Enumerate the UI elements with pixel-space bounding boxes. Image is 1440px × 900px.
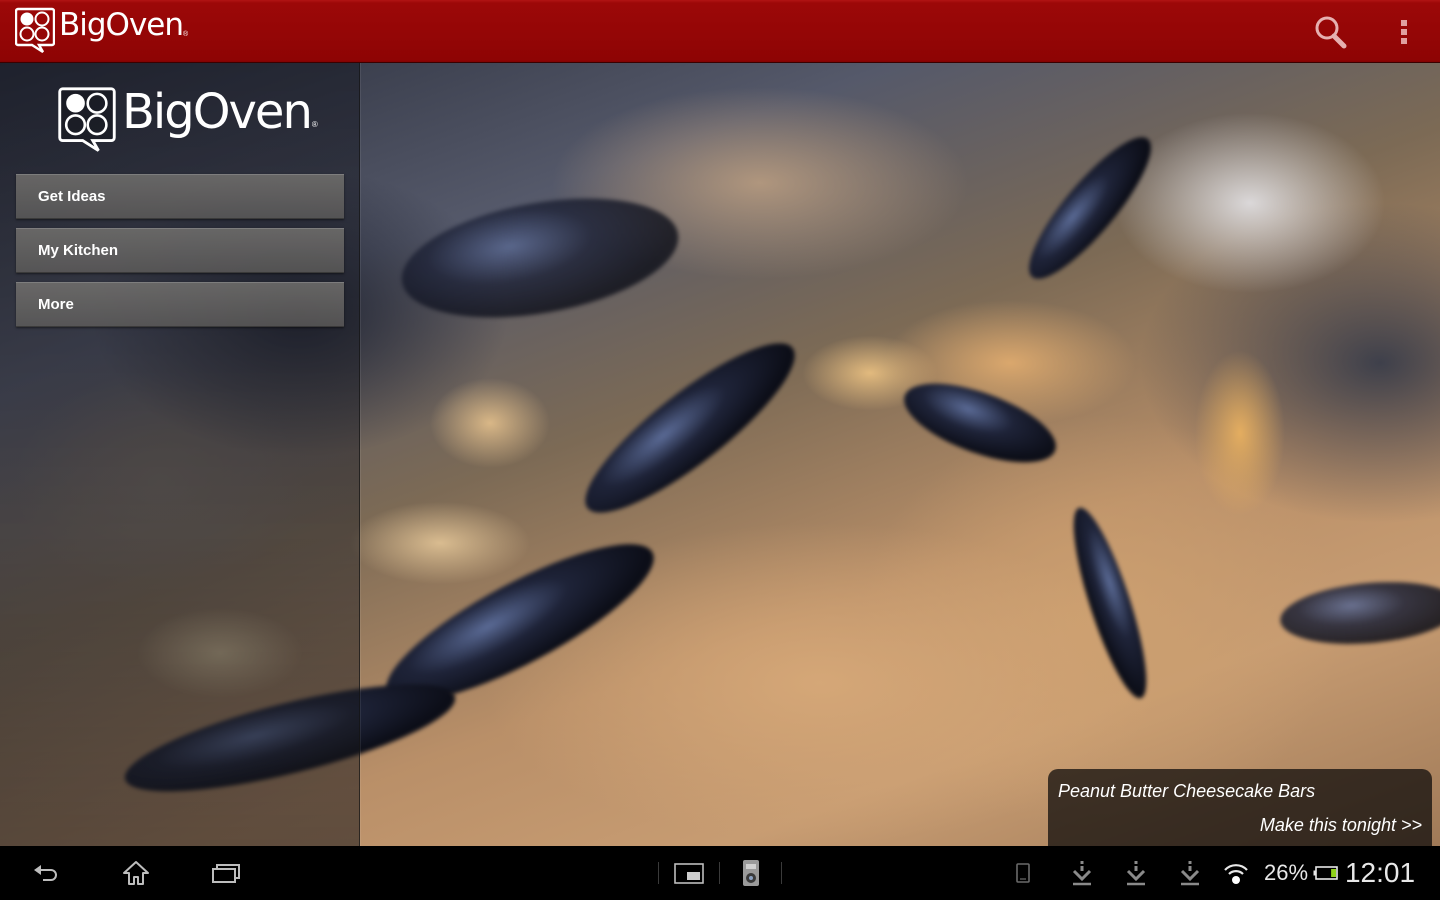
overflow-menu-icon: [1401, 20, 1407, 26]
app-logo[interactable]: BigOven ®: [15, 7, 188, 53]
divider: [719, 862, 720, 884]
device-notification[interactable]: [1012, 846, 1034, 900]
bigoven-logo-icon: [58, 87, 116, 152]
sidebar-item-get-ideas[interactable]: Get Ideas: [16, 174, 344, 219]
app-logo-text: BigOven: [59, 7, 184, 43]
screenshot-button[interactable]: [670, 846, 708, 900]
battery-percent[interactable]: 26%: [1262, 846, 1310, 900]
battery-level-fill: [1331, 869, 1336, 877]
download-notification-2[interactable]: [1122, 846, 1150, 900]
sidebar-item-more[interactable]: More: [16, 282, 344, 327]
recent-apps-icon: [212, 864, 240, 883]
search-icon: [1315, 16, 1347, 49]
battery-status[interactable]: [1312, 846, 1340, 900]
download-icon: [1126, 861, 1146, 886]
back-button[interactable]: [28, 846, 64, 900]
sidebar-logo-text: BigOven: [122, 84, 313, 140]
divider: [658, 862, 659, 884]
device-icon: [1016, 863, 1030, 883]
divider: [781, 862, 782, 884]
home-button[interactable]: [118, 846, 154, 900]
system-bar: 26% 12:01: [0, 846, 1440, 900]
search-button[interactable]: [1312, 14, 1348, 50]
recent-apps-button[interactable]: [208, 846, 244, 900]
recipe-title: Peanut Butter Cheesecake Bars: [1058, 781, 1316, 801]
sidebar-item-label: Get Ideas: [38, 188, 106, 205]
sidebar-item-label: My Kitchen: [38, 242, 119, 259]
clock[interactable]: 12:01: [1345, 846, 1415, 900]
wifi-icon: [1224, 864, 1248, 884]
download-icon: [1180, 861, 1200, 886]
registered-mark: ®: [311, 120, 318, 129]
featured-recipe-caption[interactable]: Peanut Butter Cheesecake Bars Make this …: [1048, 769, 1432, 846]
home-icon: [123, 861, 149, 885]
remote-control-icon: [743, 860, 759, 886]
registered-mark: ®: [183, 30, 189, 38]
download-notification-3[interactable]: [1176, 846, 1204, 900]
download-notification-1[interactable]: [1068, 846, 1096, 900]
download-icon: [1072, 861, 1092, 886]
sidebar-item-my-kitchen[interactable]: My Kitchen: [16, 228, 344, 273]
sidebar-logo: BigOven ®: [58, 84, 318, 152]
screenshot-icon: [674, 863, 704, 884]
back-icon: [34, 865, 57, 881]
make-this-tonight-link[interactable]: Make this tonight >>: [1260, 815, 1422, 836]
wifi-status[interactable]: [1222, 846, 1250, 900]
action-bar: BigOven ®: [0, 0, 1440, 63]
remote-control-button[interactable]: [738, 846, 764, 900]
sidebar-item-label: More: [38, 296, 74, 313]
bigoven-logo-icon: [15, 7, 55, 53]
battery-icon: [1313, 866, 1338, 880]
overflow-menu-button[interactable]: [1392, 16, 1416, 48]
